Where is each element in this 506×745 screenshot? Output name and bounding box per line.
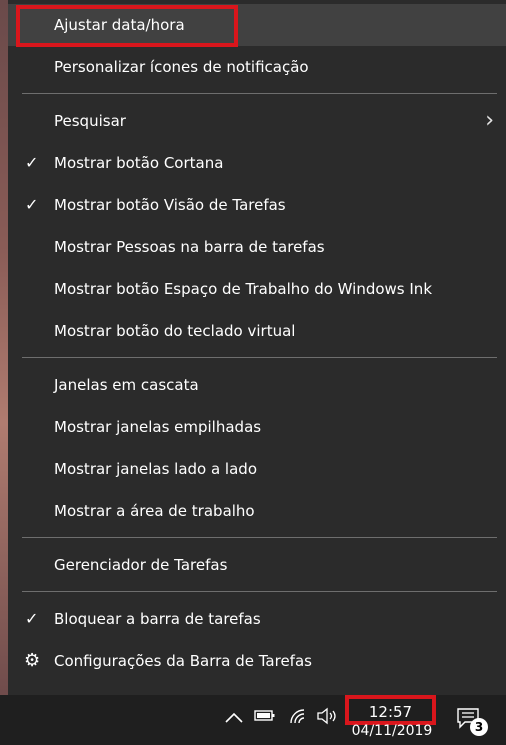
clock-time[interactable]: 12:57 — [345, 695, 436, 725]
check-icon: ✓ — [25, 609, 39, 628]
menu-item-task-manager[interactable]: Gerenciador de Tarefas — [8, 544, 506, 586]
annotation-highlight-box — [16, 5, 238, 47]
menu-item-label: Mostrar janelas lado a lado — [54, 460, 257, 478]
menu-item-label: Janelas em cascata — [54, 376, 199, 394]
chevron-right-icon: › — [485, 108, 494, 133]
menu-item-label: Bloquear a barra de tarefas — [54, 610, 261, 628]
menu-separator — [22, 591, 497, 592]
menu-item-label: Mostrar botão Espaço de Trabalho do Wind… — [54, 280, 433, 298]
menu-item-show-desktop[interactable]: Mostrar a área de trabalho — [8, 490, 506, 532]
menu-item-show-people[interactable]: Mostrar Pessoas na barra de tarefas — [8, 226, 506, 268]
check-icon: ✓ — [25, 195, 39, 214]
wifi-icon[interactable] — [288, 707, 310, 730]
menu-item-customize-notification-icons[interactable]: Personalizar ícones de notificação — [8, 46, 506, 88]
menu-item-label: Mostrar botão Visão de Tarefas — [54, 196, 286, 214]
menu-item-label: Gerenciador de Tarefas — [54, 556, 228, 574]
menu-item-lock-taskbar[interactable]: ✓ Bloquear a barra de tarefas — [8, 598, 506, 640]
menu-item-label: Personalizar ícones de notificação — [54, 58, 309, 76]
menu-item-label: Pesquisar — [54, 112, 126, 130]
menu-separator — [22, 93, 497, 94]
menu-item-show-windows-stacked[interactable]: Mostrar janelas empilhadas — [8, 406, 506, 448]
menu-item-label: Mostrar botão Cortana — [54, 154, 224, 172]
clock-date[interactable]: 04/11/2019 — [346, 723, 438, 739]
gear-icon: ⚙ — [24, 650, 41, 671]
menu-item-show-cortana-button[interactable]: ✓ Mostrar botão Cortana — [8, 142, 506, 184]
menu-item-label: Mostrar botão do teclado virtual — [54, 322, 296, 340]
menu-separator — [22, 357, 497, 358]
taskbar-context-menu: Ajustar data/hora Personalizar ícones de… — [8, 0, 506, 695]
menu-item-cascade-windows[interactable]: Janelas em cascata — [8, 364, 506, 406]
volume-icon[interactable] — [316, 707, 340, 730]
menu-item-label: Mostrar a área de trabalho — [54, 502, 255, 520]
menu-item-show-windows-side-by-side[interactable]: Mostrar janelas lado a lado — [8, 448, 506, 490]
menu-item-label: Mostrar janelas empilhadas — [54, 418, 262, 436]
battery-icon[interactable] — [254, 707, 276, 728]
chevron-up-icon[interactable] — [225, 708, 243, 728]
taskbar: 12:57 04/11/2019 3 — [0, 695, 506, 745]
menu-item-show-task-view-button[interactable]: ✓ Mostrar botão Visão de Tarefas — [8, 184, 506, 226]
notification-count-badge: 3 — [470, 718, 488, 736]
check-icon: ✓ — [25, 153, 39, 172]
menu-item-taskbar-settings[interactable]: ⚙ Configurações da Barra de Tarefas — [8, 640, 506, 682]
menu-item-label: Mostrar Pessoas na barra de tarefas — [54, 238, 325, 256]
menu-item-label: Configurações da Barra de Tarefas — [54, 652, 312, 670]
menu-separator — [22, 537, 497, 538]
menu-item-show-windows-ink-button[interactable]: Mostrar botão Espaço de Trabalho do Wind… — [8, 268, 506, 310]
menu-item-show-touch-keyboard-button[interactable]: Mostrar botão do teclado virtual — [8, 310, 506, 352]
menu-item-search[interactable]: Pesquisar › — [8, 100, 506, 142]
